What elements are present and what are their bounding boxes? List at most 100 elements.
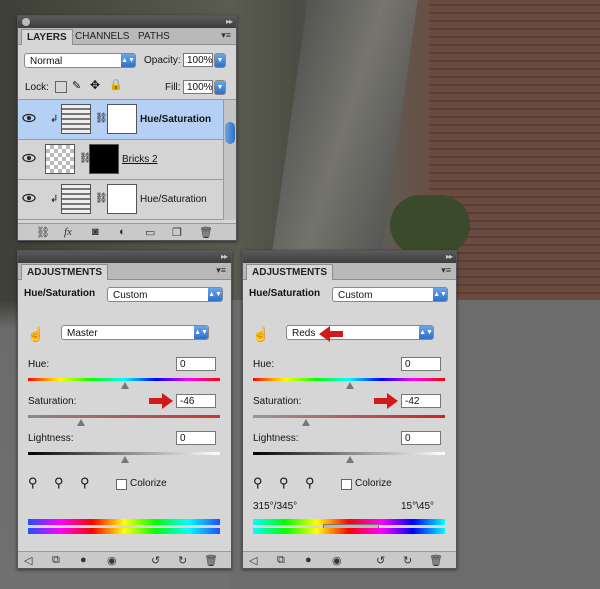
channel-select[interactable]: Master ▲▼ [61,325,209,340]
eyedropper-icon[interactable]: ⚲ [253,475,263,491]
adjustments-footer: ◁ ⧉ ● ◉ ↺ ↻ 🗑 [18,551,231,568]
tab-adjustments[interactable]: ADJUSTMENTS [21,264,109,280]
blend-mode-select[interactable]: Normal ▲▼ [24,53,136,68]
collapse-icon[interactable]: ▸▸ [221,252,228,261]
visibility-eye-icon[interactable]: ◉ [107,554,117,567]
eye-icon[interactable] [22,193,36,203]
hue-field[interactable]: 0 [401,357,441,371]
eyedropper-plus-icon[interactable]: ⚲ [279,475,289,491]
expand-view-icon[interactable]: ⧉ [52,554,60,567]
link-layers-icon[interactable]: ⛓ [36,226,50,239]
layers-titlebar[interactable]: ▸▸ [18,16,236,28]
trash-icon[interactable]: 🗑 [199,226,213,239]
saturation-slider-handle[interactable] [77,419,85,426]
lightness-slider-handle[interactable] [121,456,129,463]
hue-slider-track[interactable] [28,378,220,381]
layer-row[interactable]: ↲ ⛓ Hue/Saturation [18,180,236,220]
saturation-slider-track[interactable] [253,415,445,418]
colorize-checkbox[interactable] [116,479,127,490]
color-spectrum-top [28,519,220,525]
back-arrow-icon[interactable]: ◁ [249,554,257,567]
lightness-slider-handle[interactable] [346,456,354,463]
layer-row[interactable]: ↲ ⛓ Hue/Saturation [18,100,236,140]
saturation-field[interactable]: -42 [401,394,441,408]
adjustments-tabs: ADJUSTMENTS ▾≡ [18,263,231,280]
add-mask-icon[interactable]: ◙ [92,226,99,238]
targeted-adjust-hand-icon[interactable]: ☝ [252,326,269,343]
layer-scrollbar[interactable] [223,100,236,220]
new-layer-icon[interactable]: ❐ [172,226,182,239]
opacity-dropdown[interactable]: ▼ [214,53,226,68]
lightness-slider-track[interactable] [253,452,445,455]
reset-icon[interactable]: ↻ [178,554,187,567]
eye-icon[interactable] [22,153,36,163]
clip-layer-icon[interactable]: ● [80,554,87,566]
preset-select[interactable]: Custom ▲▼ [107,287,223,302]
eyedropper-minus-icon[interactable]: ⚲ [80,475,90,491]
collapse-icon[interactable]: ▸▸ [226,17,233,26]
collapse-icon[interactable]: ▸▸ [446,252,453,261]
lightness-slider-track[interactable] [28,452,220,455]
fill-dropdown[interactable]: ▼ [214,80,226,95]
chevron-updown-icon: ▲▼ [121,54,135,67]
hue-slider-handle[interactable] [346,382,354,389]
lightness-field[interactable]: 0 [176,431,216,445]
lock-brush-icon[interactable]: ✎ [72,79,81,92]
layer-list: ↲ ⛓ Hue/Saturation ⛓ Bricks 2 ↲ ⛓ Hue/Sa… [18,99,236,221]
color-spectrum-bottom [253,528,445,534]
back-arrow-icon[interactable]: ◁ [24,554,32,567]
reset-icon[interactable]: ↻ [403,554,412,567]
layer-row[interactable]: ⛓ Bricks 2 [18,140,236,180]
saturation-slider-handle[interactable] [302,419,310,426]
adjustment-layer-icon[interactable]: ◐ [119,226,126,238]
panel-menu-icon[interactable]: ▾≡ [441,265,451,276]
targeted-adjust-hand-icon[interactable]: ☝ [27,326,44,343]
channel-select[interactable]: Reds ▲▼ [286,325,434,340]
eyedropper-minus-icon[interactable]: ⚲ [305,475,315,491]
chevron-updown-icon: ▲▼ [194,326,208,339]
lock-transparency-icon[interactable] [55,81,67,93]
panel-menu-icon[interactable]: ▾≡ [221,30,231,41]
layer-name: Bricks 2 [122,154,158,165]
red-arrow-annotation [374,393,398,409]
tree [390,195,470,255]
panel-menu-icon[interactable]: ▾≡ [216,265,226,276]
opacity-field[interactable]: 100% [183,53,213,67]
adjustments-titlebar[interactable]: ▸▸ [243,251,456,263]
chain-link-icon[interactable]: ⛓ [95,193,108,204]
lightness-label: Lightness: [253,433,299,444]
trash-icon[interactable]: 🗑 [429,554,443,567]
trash-icon[interactable]: 🗑 [204,554,218,567]
tab-channels[interactable]: CHANNELS [70,29,134,44]
colorize-checkbox[interactable] [341,479,352,490]
group-folder-icon[interactable]: ▭ [145,226,155,239]
eyedropper-icon[interactable]: ⚲ [28,475,38,491]
lock-move-icon[interactable]: ✥ [90,78,100,92]
scrollbar-thumb[interactable] [225,122,235,144]
clip-layer-icon[interactable]: ● [305,554,312,566]
preset-select[interactable]: Custom ▲▼ [332,287,448,302]
saturation-slider-track[interactable] [28,415,220,418]
fx-icon[interactable]: fx [64,226,72,238]
saturation-label: Saturation: [253,396,302,407]
tab-layers[interactable]: LAYERS [21,29,73,45]
previous-state-icon[interactable]: ↺ [376,554,385,567]
tab-paths[interactable]: PATHS [133,29,175,44]
expand-view-icon[interactable]: ⧉ [277,554,285,567]
eye-icon[interactable] [22,113,36,123]
chain-link-icon[interactable]: ⛓ [95,113,108,124]
hue-slider-track[interactable] [253,378,445,381]
lightness-field[interactable]: 0 [401,431,441,445]
hue-slider-handle[interactable] [121,382,129,389]
eyedropper-plus-icon[interactable]: ⚲ [54,475,64,491]
fill-field[interactable]: 100% [183,80,213,94]
lock-all-icon[interactable]: 🔒 [109,78,123,91]
layers-tabs: LAYERS CHANNELS PATHS ▾≡ [18,28,236,45]
previous-state-icon[interactable]: ↺ [151,554,160,567]
visibility-eye-icon[interactable]: ◉ [332,554,342,567]
adjustments-titlebar[interactable]: ▸▸ [18,251,231,263]
close-icon[interactable] [22,18,30,26]
saturation-field[interactable]: -46 [176,394,216,408]
hue-field[interactable]: 0 [176,357,216,371]
tab-adjustments[interactable]: ADJUSTMENTS [246,264,334,280]
